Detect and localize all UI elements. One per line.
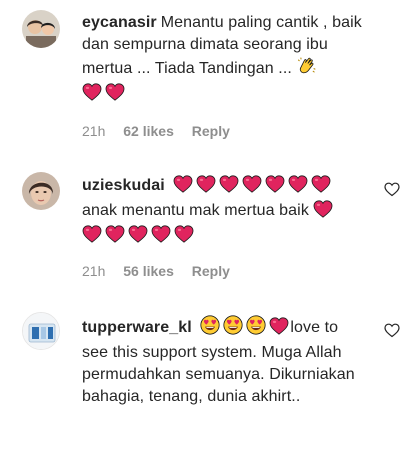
heart-emoji — [269, 317, 289, 342]
comment-text: love to — [290, 319, 339, 336]
heart-emoji — [313, 200, 333, 225]
like-heart-icon[interactable] — [384, 323, 400, 339]
comment-text: anak menantu mak mertua baik — [82, 202, 309, 219]
heart-emoji — [288, 175, 308, 200]
heart-emoji — [311, 175, 331, 200]
reply-button[interactable]: Reply — [192, 263, 230, 279]
heart-emoji — [242, 175, 262, 200]
avatar[interactable] — [22, 312, 60, 350]
heart-emoji — [174, 225, 194, 250]
comment-meta: 21h 62 likes Reply — [82, 123, 244, 139]
comment-text-continued: see this support system. Muga Allah perm… — [82, 344, 355, 405]
comment-body: tupperware_kl love to see this support s… — [82, 315, 362, 408]
heart-emoji — [105, 83, 125, 108]
heart-emoji — [151, 225, 171, 250]
like-heart-icon[interactable] — [384, 182, 400, 198]
avatar[interactable] — [22, 10, 60, 48]
heart-emoji — [173, 175, 193, 200]
comment-username[interactable]: uzieskudai — [82, 177, 165, 194]
heart-emoji — [196, 175, 216, 200]
comment-meta: 21h 56 likes Reply — [82, 263, 244, 279]
clap-emoji — [297, 56, 317, 83]
comment-username[interactable]: tupperware_kl — [82, 319, 192, 336]
comment-body: eycanasir Menantu paling cantik , baik da… — [82, 12, 362, 108]
heart-emoji — [82, 225, 102, 250]
heart-emoji — [82, 83, 102, 108]
comment-body: uzieskudai anak menantu mak mertua baik — [82, 175, 362, 250]
comment-username[interactable]: eycanasir — [82, 14, 157, 31]
reply-button[interactable]: Reply — [192, 123, 230, 139]
avatar[interactable] — [22, 172, 60, 210]
comment-time: 21h — [82, 123, 106, 139]
comment-time: 21h — [82, 263, 106, 279]
heart-eyes-emoji — [200, 315, 220, 342]
heart-emoji — [105, 225, 125, 250]
heart-eyes-emoji — [246, 315, 266, 342]
heart-emoji — [219, 175, 239, 200]
heart-eyes-emoji — [223, 315, 243, 342]
comment-likes[interactable]: 56 likes — [123, 263, 174, 279]
heart-emoji — [265, 175, 285, 200]
heart-emoji — [128, 225, 148, 250]
comment-likes[interactable]: 62 likes — [123, 123, 174, 139]
